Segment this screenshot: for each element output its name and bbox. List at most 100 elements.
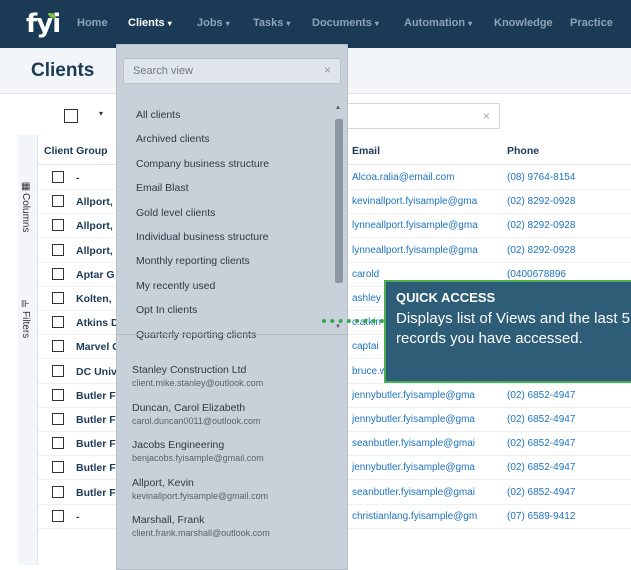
phone-link[interactable]: (02) 8292-0928 xyxy=(507,220,575,231)
table-search-input[interactable]: × xyxy=(345,103,500,129)
client-group-cell[interactable]: Allport, xyxy=(76,196,118,208)
phone-link[interactable]: (02) 6852-4947 xyxy=(507,414,575,425)
column-header-phone[interactable]: Phone xyxy=(507,145,539,157)
phone-link[interactable]: (0400678896 xyxy=(507,269,566,280)
select-options-dropdown[interactable]: ▾ xyxy=(99,109,103,118)
email-link[interactable]: jennybutler.fyisample@gma xyxy=(352,414,498,425)
select-all-checkbox[interactable] xyxy=(64,109,78,123)
view-list-scrollbar[interactable]: ▲ ▼ xyxy=(334,105,344,330)
row-checkbox[interactable] xyxy=(52,267,64,280)
recent-record[interactable]: Marshall, Frank client.frank.marshall@out… xyxy=(132,514,270,538)
filters-toggle[interactable]: Filters xyxy=(20,311,31,338)
nav-knowledge[interactable]: Knowledge xyxy=(494,17,553,29)
nav-automation[interactable]: Automation ▾ xyxy=(404,17,472,29)
nav-documents[interactable]: Documents ▾ xyxy=(312,17,379,29)
client-group-cell[interactable]: Aptar G xyxy=(76,269,118,281)
client-group-cell[interactable]: Marvel C xyxy=(76,341,118,353)
fyi-logo[interactable]: fyi xyxy=(26,9,62,39)
row-checkbox[interactable] xyxy=(52,437,64,450)
client-group-cell[interactable]: Butler F xyxy=(76,487,118,499)
view-option[interactable]: All clients xyxy=(136,109,180,121)
row-checkbox[interactable] xyxy=(52,340,64,353)
recent-record[interactable]: Jacobs Engineering benjacobs.fyisample@gm… xyxy=(132,439,264,463)
recent-record[interactable]: Allport, Kevin kevinallport.fyisample@gma… xyxy=(132,477,268,501)
divider xyxy=(117,334,347,335)
client-group-cell[interactable]: Butler F xyxy=(76,414,118,426)
filters-icon[interactable]: ⊪ xyxy=(21,299,35,310)
recent-record-name: Allport, Kevin xyxy=(132,476,194,489)
email-link[interactable]: carold xyxy=(352,269,498,280)
phone-link[interactable]: (02) 6852-4947 xyxy=(507,462,575,473)
row-checkbox[interactable] xyxy=(52,219,64,232)
row-checkbox[interactable] xyxy=(52,316,64,329)
row-checkbox[interactable] xyxy=(52,413,64,425)
view-option[interactable]: Archived clients xyxy=(136,133,210,145)
email-link[interactable]: jennybutler.fyisample@gma xyxy=(352,390,498,401)
email-link[interactable]: lynneallport.fyisample@gma xyxy=(352,220,498,231)
row-checkbox[interactable] xyxy=(52,243,64,256)
recent-record[interactable]: Duncan, Carol Elizabeth carol.duncan0011@… xyxy=(132,402,261,426)
email-link[interactable]: seanbutler.fyisample@gmai xyxy=(352,487,498,498)
view-option[interactable]: Opt In clients xyxy=(136,304,197,316)
email-link[interactable]: kevinallport.fyisample@gma xyxy=(352,196,498,207)
phone-link[interactable]: (07) 6589-9412 xyxy=(507,511,575,522)
close-icon[interactable]: × xyxy=(324,63,331,77)
phone-link[interactable]: (02) 8292-0928 xyxy=(507,245,575,256)
phone-link[interactable]: (02) 6852-4947 xyxy=(507,487,575,498)
client-group-cell[interactable]: Butler F xyxy=(76,462,118,474)
client-group-cell[interactable]: Butler F xyxy=(76,438,118,450)
nav-jobs[interactable]: Jobs ▾ xyxy=(197,17,230,29)
view-option[interactable]: Individual business structure xyxy=(136,231,269,243)
client-group-cell[interactable]: Allport, xyxy=(76,245,118,257)
nav-clients[interactable]: Clients ▾ xyxy=(128,17,172,29)
scroll-down-icon[interactable]: ▼ xyxy=(335,324,341,330)
chevron-down-icon: ▾ xyxy=(374,19,379,28)
column-header-email[interactable]: Email xyxy=(352,145,380,157)
columns-toggle[interactable]: Columns xyxy=(20,193,31,232)
email-link[interactable]: lynneallport.fyisample@gma xyxy=(352,245,498,256)
phone-link[interactable]: (02) 6852-4947 xyxy=(507,390,575,401)
view-option[interactable]: Email Blast xyxy=(136,182,189,194)
view-option[interactable]: Gold level clients xyxy=(136,207,215,219)
clear-icon[interactable]: × xyxy=(483,109,490,123)
view-option[interactable]: My recently used xyxy=(136,280,215,292)
columns-icon[interactable]: ▦ xyxy=(21,181,35,192)
view-option[interactable]: Company business structure xyxy=(136,158,269,170)
client-group-cell[interactable]: - xyxy=(76,172,118,184)
recent-record-name: Stanley Construction Ltd xyxy=(132,364,247,376)
row-checkbox[interactable] xyxy=(52,461,64,474)
client-group-cell[interactable]: Allport, xyxy=(76,220,118,232)
client-group-cell[interactable]: Atkins D xyxy=(76,317,118,329)
row-checkbox[interactable] xyxy=(52,171,64,183)
client-group-cell[interactable]: Butler F xyxy=(76,390,118,402)
recent-record-email: client.frank.marshall@outlook.com xyxy=(132,528,270,538)
row-checkbox[interactable] xyxy=(52,509,64,522)
phone-link[interactable]: (08) 9764-8154 xyxy=(507,172,575,183)
client-group-cell[interactable]: DC Univ xyxy=(76,366,118,378)
scroll-thumb[interactable] xyxy=(335,119,343,283)
nav-home[interactable]: Home xyxy=(77,17,108,29)
email-link[interactable]: jennybutler.fyisample@gma xyxy=(352,462,498,473)
row-checkbox[interactable] xyxy=(52,292,64,304)
column-header-client-group[interactable]: Client Group xyxy=(44,145,108,157)
nav-practice[interactable]: Practice xyxy=(570,17,613,29)
row-checkbox[interactable] xyxy=(52,485,64,498)
client-group-cell[interactable]: - xyxy=(76,511,118,523)
client-group-cell[interactable]: Kolten, xyxy=(76,293,118,305)
row-checkbox[interactable] xyxy=(52,195,64,208)
email-link[interactable]: Alcoa.ralia@email.com xyxy=(352,172,498,183)
row-checkbox[interactable] xyxy=(52,364,64,377)
phone-link[interactable]: (02) 6852-4947 xyxy=(507,438,575,449)
recent-record-name: Marshall, Frank xyxy=(132,514,205,526)
email-link[interactable]: christianlang.fyisample@gm xyxy=(352,511,498,522)
recent-record[interactable]: Stanley Construction Ltd client.mike.stan… xyxy=(132,364,263,388)
nav-tasks[interactable]: Tasks ▾ xyxy=(253,17,290,29)
view-search-field[interactable]: × xyxy=(123,58,341,84)
scroll-up-icon[interactable]: ▲ xyxy=(335,105,341,111)
callout-body: Displays list of Views and the last 5 re… xyxy=(396,310,631,347)
email-link[interactable]: seanbutler.fyisample@gmai xyxy=(352,438,498,449)
view-option[interactable]: Monthly reporting clients xyxy=(136,255,250,267)
view-search-input[interactable] xyxy=(133,65,313,77)
row-checkbox[interactable] xyxy=(52,388,64,401)
phone-link[interactable]: (02) 8292-0928 xyxy=(507,196,575,207)
